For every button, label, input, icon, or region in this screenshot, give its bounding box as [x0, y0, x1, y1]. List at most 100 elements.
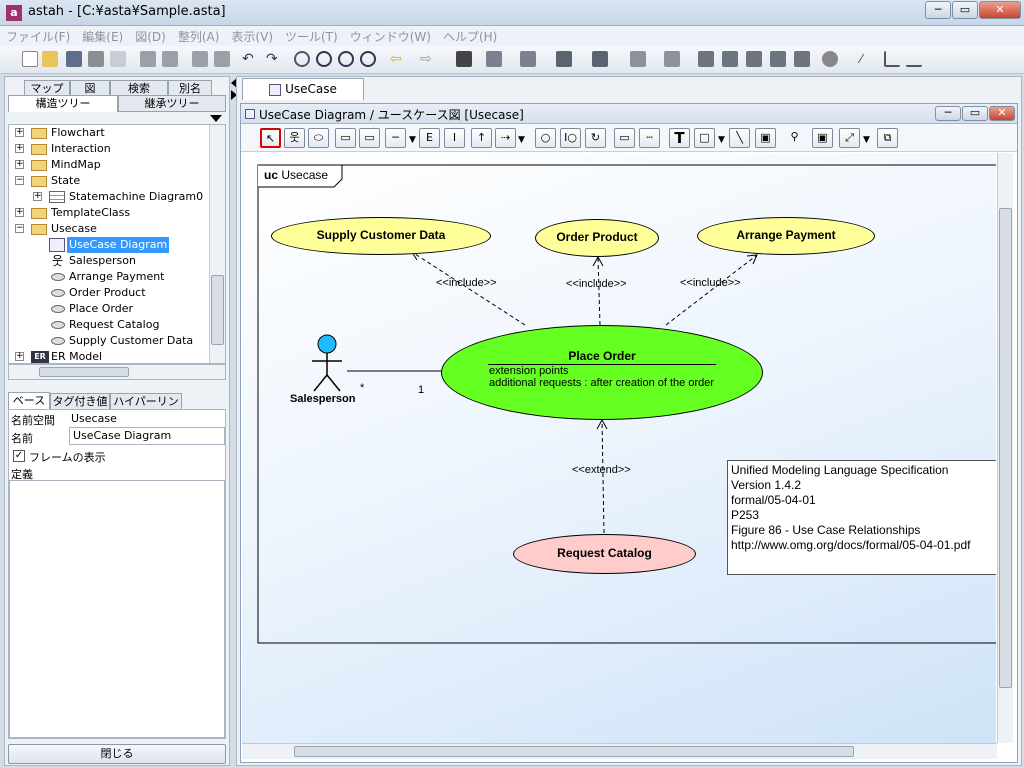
maximize-button[interactable]: ▭ [952, 1, 978, 19]
usecase-arrange-payment[interactable]: Arrange Payment [697, 217, 875, 255]
close-button[interactable]: 閉じる [8, 744, 226, 764]
association-dropdown-icon[interactable]: ▼ [409, 135, 416, 145]
note-tool-icon[interactable]: ▭ [614, 128, 635, 148]
cut-icon[interactable] [140, 51, 156, 67]
same-height-icon[interactable] [592, 51, 608, 67]
print-preview-icon[interactable] [110, 51, 126, 67]
menu-window[interactable]: ウィンドウ(W) [344, 26, 437, 45]
copy-icon[interactable] [162, 51, 178, 67]
line-tool-icon[interactable]: ╲ [729, 128, 750, 148]
include-line-arrange[interactable] [665, 254, 758, 326]
layout-grid-icon[interactable] [794, 51, 810, 67]
usecase-order-product[interactable]: Order Product [535, 219, 659, 257]
canvas-horizontal-scrollbar[interactable] [242, 743, 997, 759]
diagram-canvas[interactable]: uc Usecase Supply Customer Data Order Pr… [242, 153, 996, 743]
back-arrow-icon[interactable]: ⇦ [390, 51, 406, 67]
align-top-icon[interactable] [486, 51, 502, 67]
diagram-restore-button[interactable]: ▭ [962, 106, 988, 121]
tab-structure-tree[interactable]: 構造ツリー [8, 95, 118, 112]
name-field[interactable]: UseCase Diagram [69, 427, 225, 445]
actor-salesperson-label[interactable]: Salesperson [290, 393, 355, 405]
line-remove-icon[interactable]: ⁄ [860, 51, 876, 67]
frame-tool-icon[interactable]: ▣ [812, 128, 833, 148]
generalization-tool-icon[interactable]: ↑ [471, 128, 492, 148]
tree-menu-icon[interactable] [210, 115, 222, 122]
line-rect-icon[interactable] [884, 51, 900, 67]
line-style-icon[interactable] [630, 51, 646, 67]
usecase-request-catalog[interactable]: Request Catalog [513, 534, 696, 574]
diagram-minimize-button[interactable]: ─ [935, 106, 961, 121]
layout-vertical-icon[interactable] [770, 51, 786, 67]
usecase-tool-icon[interactable]: ⬭ [308, 128, 329, 148]
menu-file[interactable]: ファイル(F) [0, 26, 76, 45]
menu-edit[interactable]: 編集(E) [76, 26, 129, 45]
save-icon[interactable] [66, 51, 82, 67]
tree-horizontal-scrollbar[interactable] [8, 364, 226, 380]
actor-tool-icon[interactable]: 웃 [284, 128, 305, 148]
menu-view[interactable]: 表示(V) [225, 26, 279, 45]
tab-tagged-values[interactable]: タグ付き値 [50, 393, 110, 410]
usecase-supply-customer-data[interactable]: Supply Customer Data [271, 217, 491, 255]
package-tool-icon[interactable]: ▭ [359, 128, 380, 148]
text-tool-icon[interactable]: T [669, 128, 690, 148]
dependency-dropdown-icon[interactable]: ▼ [518, 135, 525, 145]
grid-icon[interactable] [456, 51, 472, 67]
layer-tool-icon[interactable]: ⧉ [877, 128, 898, 148]
definition-textarea[interactable] [9, 480, 225, 738]
delete-icon[interactable] [214, 51, 230, 67]
association-tool-icon[interactable]: ─ [385, 128, 406, 148]
forward-arrow-icon[interactable]: ⇨ [420, 51, 436, 67]
menu-diagram[interactable]: 図(D) [129, 26, 172, 45]
dependency-tool-icon[interactable]: ⇢ [495, 128, 516, 148]
extend-line[interactable] [601, 419, 605, 534]
menu-tool[interactable]: ツール(T) [279, 26, 344, 45]
select-tool-icon[interactable]: ↖ [260, 128, 281, 148]
pin-tool-icon[interactable]: ⚲ [784, 128, 805, 148]
align-left-icon[interactable] [520, 51, 536, 67]
paste-icon[interactable] [192, 51, 208, 67]
redo-icon[interactable]: ↷ [266, 51, 282, 67]
zoom-fit-icon[interactable] [360, 51, 376, 67]
canvas-vertical-scrollbar[interactable] [997, 153, 1013, 743]
same-width-icon[interactable] [556, 51, 572, 67]
include-line-order-product[interactable] [597, 256, 601, 326]
connector-dropdown-icon[interactable]: ▼ [863, 135, 870, 145]
layout-icon[interactable] [722, 51, 738, 67]
tab-inheritance-tree[interactable]: 継承ツリー [118, 95, 226, 112]
color-fill-icon[interactable] [822, 51, 838, 67]
menu-align[interactable]: 整列(A) [172, 26, 226, 45]
boundary-tool-icon[interactable]: I○ [560, 128, 581, 148]
minimize-button[interactable]: ─ [925, 1, 951, 19]
line-corner-icon[interactable] [664, 51, 680, 67]
shape-dropdown-icon[interactable]: ▼ [718, 135, 725, 145]
system-boundary-tool-icon[interactable]: ▭ [335, 128, 356, 148]
connector-tool-icon[interactable]: ⤢ [839, 128, 860, 148]
line-curve-icon[interactable] [906, 51, 922, 67]
extend-tool-icon[interactable]: E [419, 128, 440, 148]
interface-tool-icon[interactable]: ○ [535, 128, 556, 148]
menu-help[interactable]: ヘルプ(H) [437, 26, 503, 45]
zoom-out-icon[interactable] [338, 51, 354, 67]
close-window-button[interactable]: ✕ [979, 1, 1021, 19]
open-file-icon[interactable] [42, 51, 58, 67]
note-anchor-tool-icon[interactable]: ┄ [639, 128, 660, 148]
tab-usecase-diagram[interactable]: UseCase Diagram [242, 78, 364, 116]
layout-horizontal-icon[interactable] [746, 51, 762, 67]
usecase-place-order[interactable]: Place Order extension points additional … [441, 325, 763, 420]
rectangle-tool-icon[interactable]: □ [694, 128, 715, 148]
zoom-in-icon[interactable] [316, 51, 332, 67]
frame-checkbox[interactable]: ✓ [13, 450, 25, 462]
tree-layout-icon[interactable] [698, 51, 714, 67]
new-file-icon[interactable] [22, 51, 38, 67]
diagram-close-button[interactable]: ✕ [989, 106, 1015, 121]
print-icon[interactable] [88, 51, 104, 67]
undo-icon[interactable]: ↶ [242, 51, 258, 67]
reference-note[interactable]: Unified Modeling Language Specification … [727, 460, 996, 575]
image-tool-icon[interactable]: ▣ [755, 128, 776, 148]
include-tool-icon[interactable]: I [444, 128, 465, 148]
tree-vertical-scrollbar[interactable] [209, 125, 225, 363]
control-tool-icon[interactable]: ↻ [585, 128, 606, 148]
tab-base[interactable]: ベース [8, 392, 50, 409]
tab-hyperlink[interactable]: ハイパーリンク [110, 393, 182, 423]
zoom-icon[interactable] [294, 51, 310, 67]
